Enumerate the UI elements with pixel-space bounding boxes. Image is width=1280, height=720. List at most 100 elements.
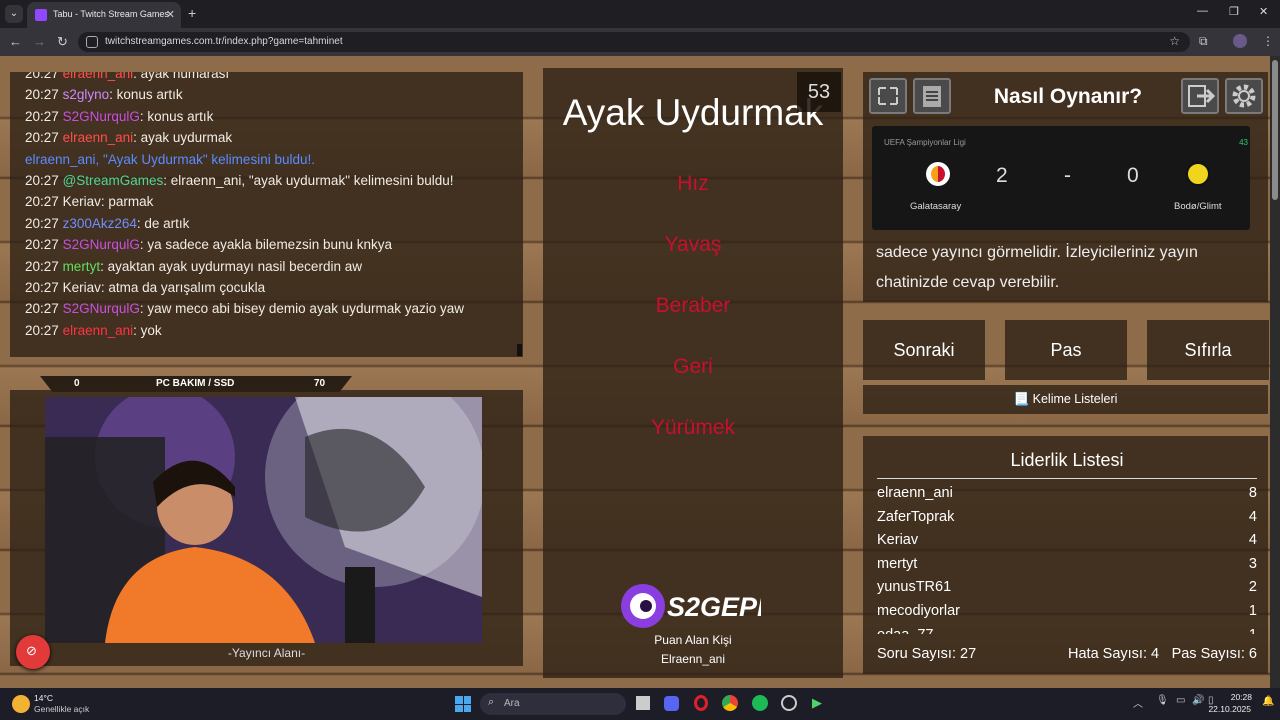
minimize-icon[interactable]: — xyxy=(1197,5,1208,17)
tray-chevron-icon[interactable]: ︿ xyxy=(1133,695,1143,710)
next-button[interactable]: Sonraki xyxy=(863,320,985,380)
bookmark-star-icon[interactable]: ☆ xyxy=(1169,34,1180,48)
chat-username[interactable]: elraenn_ani xyxy=(63,323,134,338)
taskbar-search[interactable]: ⌕ Ara xyxy=(480,693,626,715)
opera-icon[interactable] xyxy=(694,695,708,711)
reset-button[interactable]: Sıfırla xyxy=(1147,320,1269,380)
chat-text: : ya sadece ayakla bilemezsin bunu knkya xyxy=(139,237,393,253)
scorer-name: Elraenn_ani xyxy=(660,652,726,666)
address-bar[interactable]: twitchstreamgames.com.tr/index.php?game=… xyxy=(78,32,1190,52)
site-info-icon[interactable] xyxy=(86,36,98,48)
block-button[interactable]: ⊘ xyxy=(16,635,50,669)
notifications-icon[interactable]: 🔔 xyxy=(1262,696,1274,710)
leaderboard-row: odaa_77 1 xyxy=(877,624,1257,634)
chat-username[interactable]: Keriav xyxy=(63,280,101,295)
active-tab[interactable]: Tabu - Twitch Stream Games ✕ xyxy=(27,2,181,28)
chat-text: : de artık xyxy=(136,215,190,231)
exit-icon[interactable] xyxy=(1181,78,1219,114)
new-tab-icon[interactable]: + xyxy=(188,5,196,21)
chat-text: : ayak numarası xyxy=(133,72,230,81)
chat-text: : elraenn_ani, "ayak uydurmak" kelimesin… xyxy=(163,172,454,188)
extensions-icon[interactable]: ⧉ xyxy=(1199,34,1208,49)
chat-message: 20:27 Keriav: parmak xyxy=(25,194,520,215)
fullscreen-icon[interactable] xyxy=(869,78,907,114)
player-name: ZaferToprak xyxy=(877,508,955,525)
chat-username[interactable]: S2GNurqulG xyxy=(63,301,140,316)
spotify-icon[interactable] xyxy=(752,695,768,711)
player-name: odaa_77 xyxy=(877,627,933,634)
player-name: mertyt xyxy=(877,555,918,572)
chat-username[interactable]: mertyt xyxy=(63,259,101,274)
chat-time: 20:27 xyxy=(25,72,59,81)
chat-username[interactable]: elraenn_ani xyxy=(63,130,134,145)
chat-text: elraenn_ani, "Ayak Uydurmak" kelimesini … xyxy=(25,151,315,167)
start-icon[interactable] xyxy=(455,696,471,712)
taboo-word-1: Hız xyxy=(677,172,709,195)
how-to-play-title[interactable]: Nasıl Oynanır? xyxy=(963,85,1173,109)
rules-document-icon[interactable] xyxy=(913,78,951,114)
discord-icon[interactable] xyxy=(664,696,679,711)
leaderboard-title: Liderlik Listesi xyxy=(1010,450,1124,470)
forward-icon[interactable]: → xyxy=(33,34,46,49)
pass-button[interactable]: Pas xyxy=(1005,320,1127,380)
stream-bar-right: 70 xyxy=(314,378,326,389)
chat-username[interactable]: S2GNurqulG xyxy=(63,109,140,124)
chat-message: 20:27 elraenn_ani: ayak numarası xyxy=(25,72,520,87)
question-count: Soru Sayısı: 27 xyxy=(877,646,977,662)
microphone-icon[interactable]: 🎙 xyxy=(1156,695,1169,706)
navigation-bar: ← → ↻ twitchstreamgames.com.tr/index.php… xyxy=(0,28,1280,56)
menu-icon[interactable]: ⋮ xyxy=(1262,34,1274,48)
tab-search-icon[interactable]: ⌄ xyxy=(5,5,23,23)
network-icon[interactable]: ▭ xyxy=(1176,695,1185,706)
chrome-icon[interactable] xyxy=(722,695,738,711)
chat-text: : parmak xyxy=(100,194,154,210)
player-score: 3 xyxy=(1248,555,1257,572)
taboo-word-2: Yavaş xyxy=(664,233,722,256)
search-placeholder: Ara xyxy=(504,698,520,709)
webcam-video xyxy=(45,397,482,643)
chat-username[interactable]: s2glyno xyxy=(63,87,110,102)
close-tab-icon[interactable]: ✕ xyxy=(166,8,175,21)
app-icon[interactable]: ▶ xyxy=(812,695,822,711)
leaderboard-row: yunusTR61 2 xyxy=(877,576,1257,600)
profile-avatar-icon[interactable] xyxy=(1233,34,1247,48)
chat-text: : konus artık xyxy=(109,87,183,103)
restore-icon[interactable]: ❐ xyxy=(1229,5,1239,18)
word-lists-button[interactable]: 📃 Kelime Listeleri xyxy=(863,385,1268,414)
steam-icon[interactable] xyxy=(781,695,797,711)
player-score: 8 xyxy=(1248,485,1257,501)
back-icon[interactable]: ← xyxy=(9,34,22,49)
scrollbar-thumb[interactable] xyxy=(1272,60,1278,200)
close-window-icon[interactable]: ✕ xyxy=(1259,5,1268,18)
clock-date[interactable]: 22.10.2025 xyxy=(1203,704,1251,714)
away-team: Bodø/Glimt xyxy=(1174,201,1222,212)
chat-username[interactable]: Keriav xyxy=(63,194,101,209)
chat-time: 20:27 xyxy=(25,237,59,253)
reload-icon[interactable]: ↻ xyxy=(57,34,68,50)
chat-lines: 20:27 elraenn_ani: ayak numarası 20:27 s2… xyxy=(25,72,520,344)
pass-count: Pas Sayısı: 6 xyxy=(1171,646,1257,662)
clock-time[interactable]: 20:28 xyxy=(1228,692,1252,702)
settings-gear-icon[interactable] xyxy=(1225,78,1263,114)
player-score: 4 xyxy=(1248,508,1257,525)
chat-username[interactable]: elraenn_ani xyxy=(63,72,134,81)
chat-text: : konus artık xyxy=(139,108,214,124)
chat-time: 20:27 xyxy=(25,108,59,124)
chat-username[interactable]: z300Akz264 xyxy=(63,216,137,231)
chat-panel: 20:27 elraenn_ani: ayak numarası 20:27 s2… xyxy=(10,72,523,357)
block-icon: ⊘ xyxy=(26,643,37,658)
page-scrollbar[interactable] xyxy=(1270,56,1280,688)
weather-icon[interactable] xyxy=(12,695,30,713)
chat-username[interactable]: S2GNurqulG xyxy=(63,237,140,252)
chat-text: : yaw meco abi bisey demio ayak uydurmak… xyxy=(139,301,464,317)
tab-title: Tabu - Twitch Stream Games xyxy=(53,9,169,19)
chat-time: 20:27 xyxy=(25,130,59,146)
chat-message: 20:27 S2GNurqulG: yaw meco abi bisey dem… xyxy=(25,301,520,322)
player-score: 1 xyxy=(1248,602,1257,619)
away-score: 0 xyxy=(1127,164,1139,187)
chat-time: 20:27 xyxy=(25,258,59,274)
home-team: Galatasaray xyxy=(910,201,962,212)
task-view-icon[interactable] xyxy=(636,696,650,710)
chat-username[interactable]: @StreamGames xyxy=(63,173,164,188)
stream-bar-left: 0 xyxy=(74,378,80,389)
